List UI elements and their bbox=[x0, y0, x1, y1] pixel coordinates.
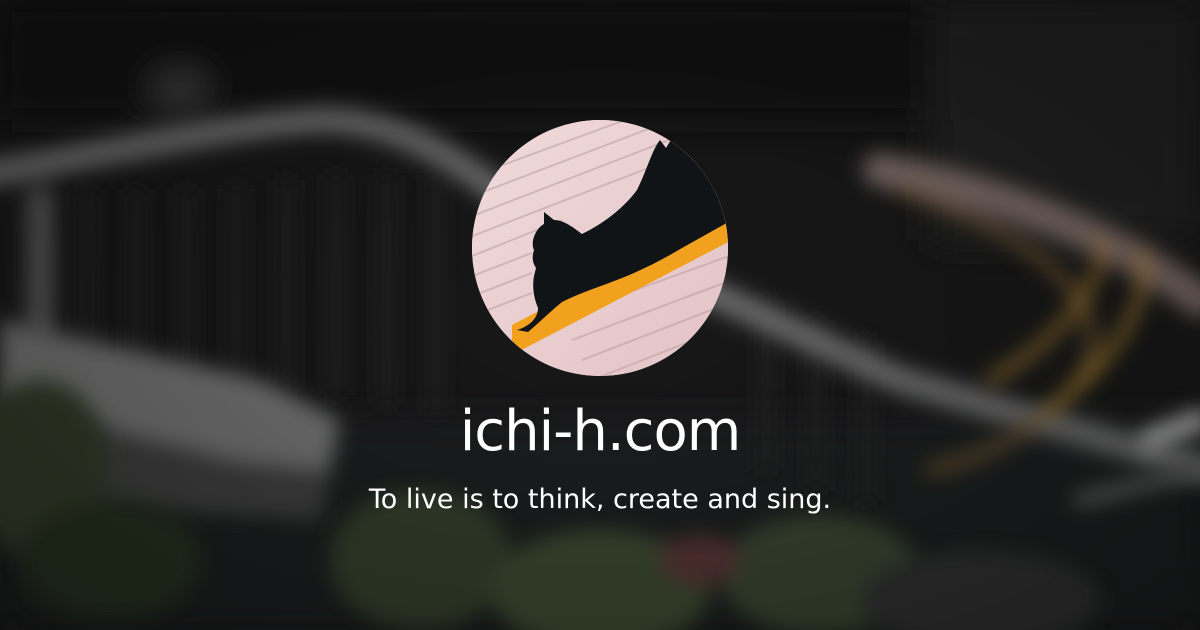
site-tagline: To live is to think, create and sing. bbox=[368, 484, 832, 515]
ogp-card: ichi-h.com To live is to think, create a… bbox=[0, 0, 1200, 630]
site-title: ichi-h.com bbox=[459, 399, 742, 464]
avatar bbox=[472, 120, 728, 376]
cat-silhouette-on-book-icon bbox=[472, 120, 728, 376]
